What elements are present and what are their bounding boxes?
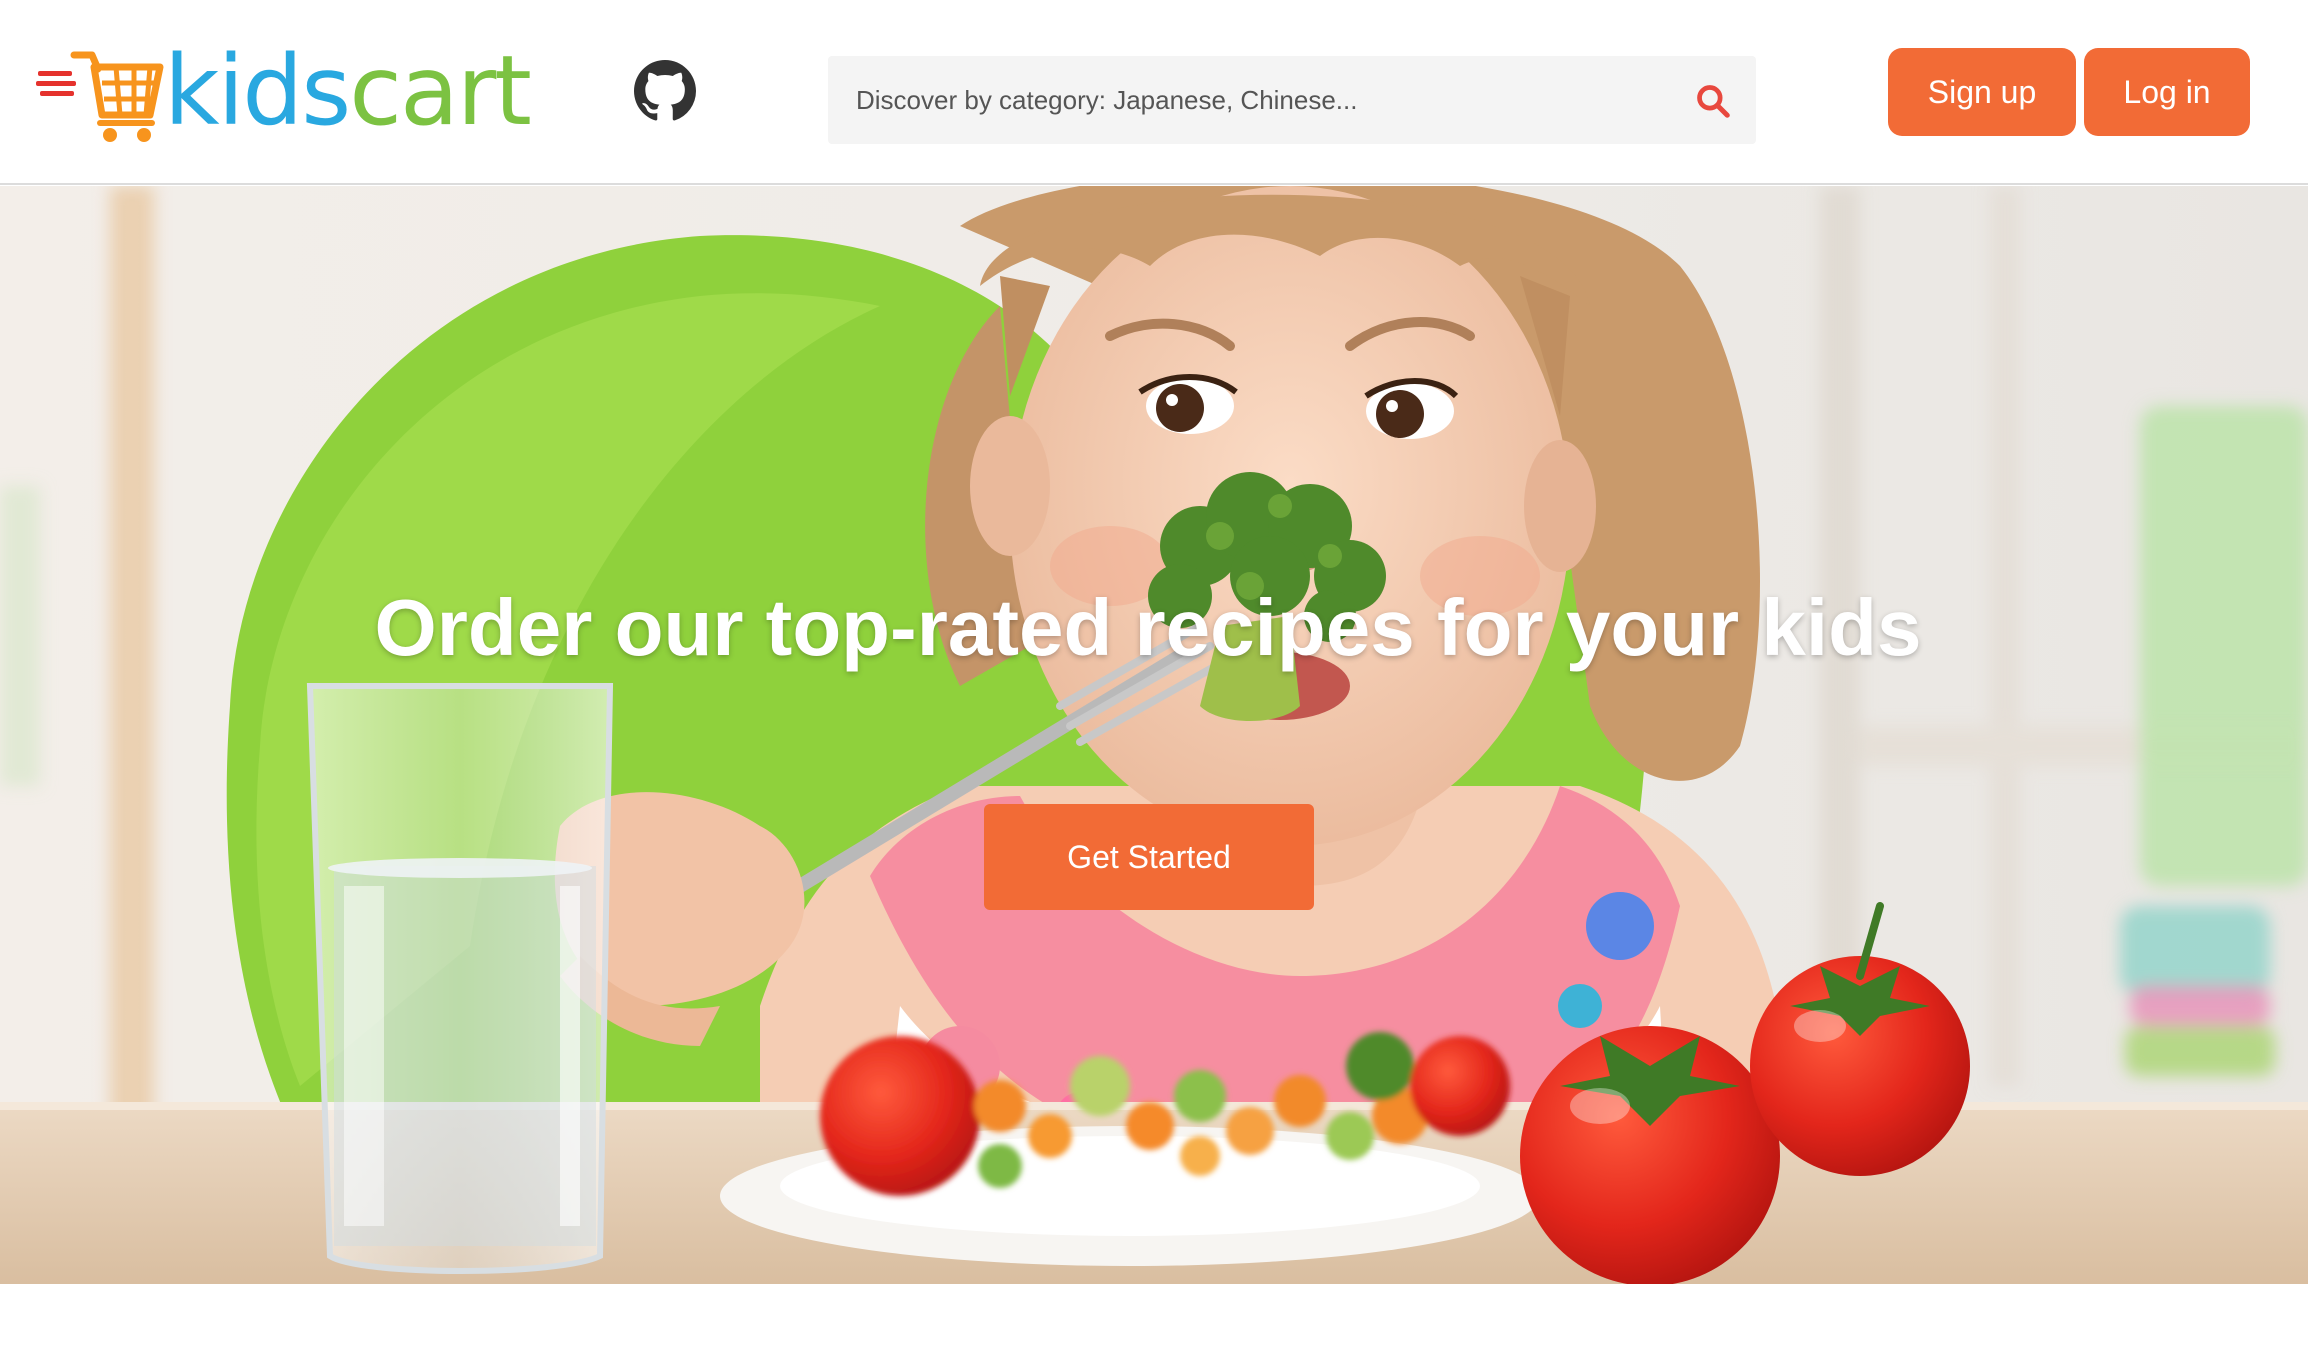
hero-banner: Order our top-rated recipes for your kid… <box>0 186 2308 1284</box>
site-header: kidscart Sign up Log in <box>0 0 2308 185</box>
get-started-button[interactable]: Get Started <box>984 804 1314 910</box>
hero-image <box>0 186 2308 1284</box>
brand-name-kids: kids <box>164 35 351 147</box>
search-input[interactable] <box>828 56 1648 144</box>
brand-logo[interactable]: kidscart <box>36 40 532 150</box>
login-button[interactable]: Log in <box>2084 48 2250 136</box>
github-icon[interactable] <box>634 60 696 122</box>
brand-name: kidscart <box>164 41 532 141</box>
search-bar <box>828 56 1756 144</box>
page-footer-space <box>0 1284 2308 1346</box>
brand-name-cart: cart <box>349 35 532 147</box>
search-icon[interactable] <box>1694 82 1732 120</box>
signup-button[interactable]: Sign up <box>1888 48 2076 136</box>
hero-title: Order our top-rated recipes for your kid… <box>374 583 1922 672</box>
shopping-cart-icon <box>36 51 164 142</box>
